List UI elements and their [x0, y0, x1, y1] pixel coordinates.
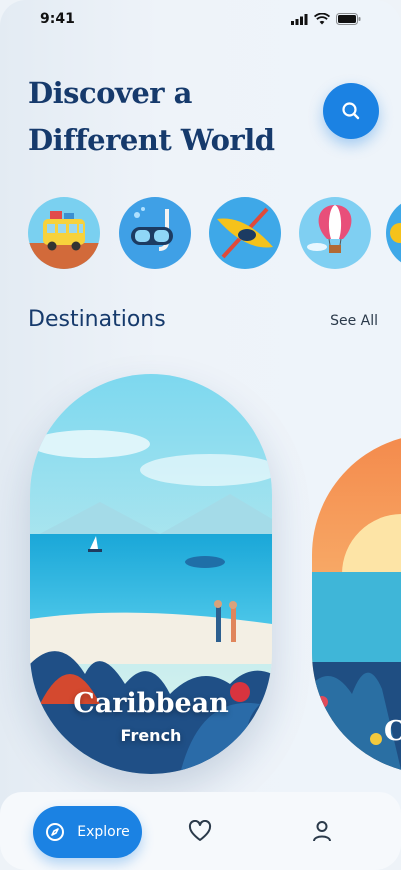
- category-hot-air-balloon[interactable]: [299, 197, 371, 269]
- app-screen: 9:41 Discover a Different World Destinat…: [0, 0, 401, 870]
- kayak-icon: [209, 197, 281, 269]
- title-line-1: Discover a: [28, 76, 192, 110]
- page-title: Discover a Different World: [28, 70, 308, 164]
- category-diving[interactable]: [119, 197, 191, 269]
- see-all-link[interactable]: See All: [330, 313, 378, 329]
- compass-icon: [46, 823, 65, 841]
- bottom-nav: Explore: [0, 792, 401, 870]
- snorkel-mask-icon: [119, 197, 191, 269]
- destination-card-2[interactable]: C: [312, 434, 401, 774]
- bus-icon: [28, 197, 100, 269]
- search-button[interactable]: [323, 83, 379, 139]
- explore-label: Explore: [77, 824, 130, 840]
- profile-icon[interactable]: [312, 820, 332, 842]
- wifi-icon: [314, 13, 330, 25]
- search-icon: [342, 102, 360, 120]
- title-line-2: Different World: [28, 123, 275, 157]
- category-road-trip[interactable]: [28, 197, 100, 269]
- signal-icon: [291, 13, 308, 25]
- battery-icon: [336, 13, 361, 25]
- hot-air-balloon-icon: [299, 197, 371, 269]
- status-time: 9:41: [40, 11, 75, 27]
- card-2-illustration: C: [312, 434, 401, 774]
- favorites-icon[interactable]: [188, 820, 212, 842]
- card-2-name-glyph: C: [384, 716, 401, 747]
- card-subtitle: French: [120, 726, 182, 745]
- category-partial-icon: [386, 197, 401, 269]
- card-title: Caribbean: [73, 688, 229, 719]
- status-bar: 9:41: [0, 0, 401, 40]
- destinations-title: Destinations: [28, 307, 166, 332]
- status-icons: [291, 13, 361, 25]
- category-kayaking[interactable]: [209, 197, 281, 269]
- category-list: [28, 197, 401, 271]
- explore-tab[interactable]: Explore: [33, 806, 142, 858]
- category-partial[interactable]: [386, 197, 401, 269]
